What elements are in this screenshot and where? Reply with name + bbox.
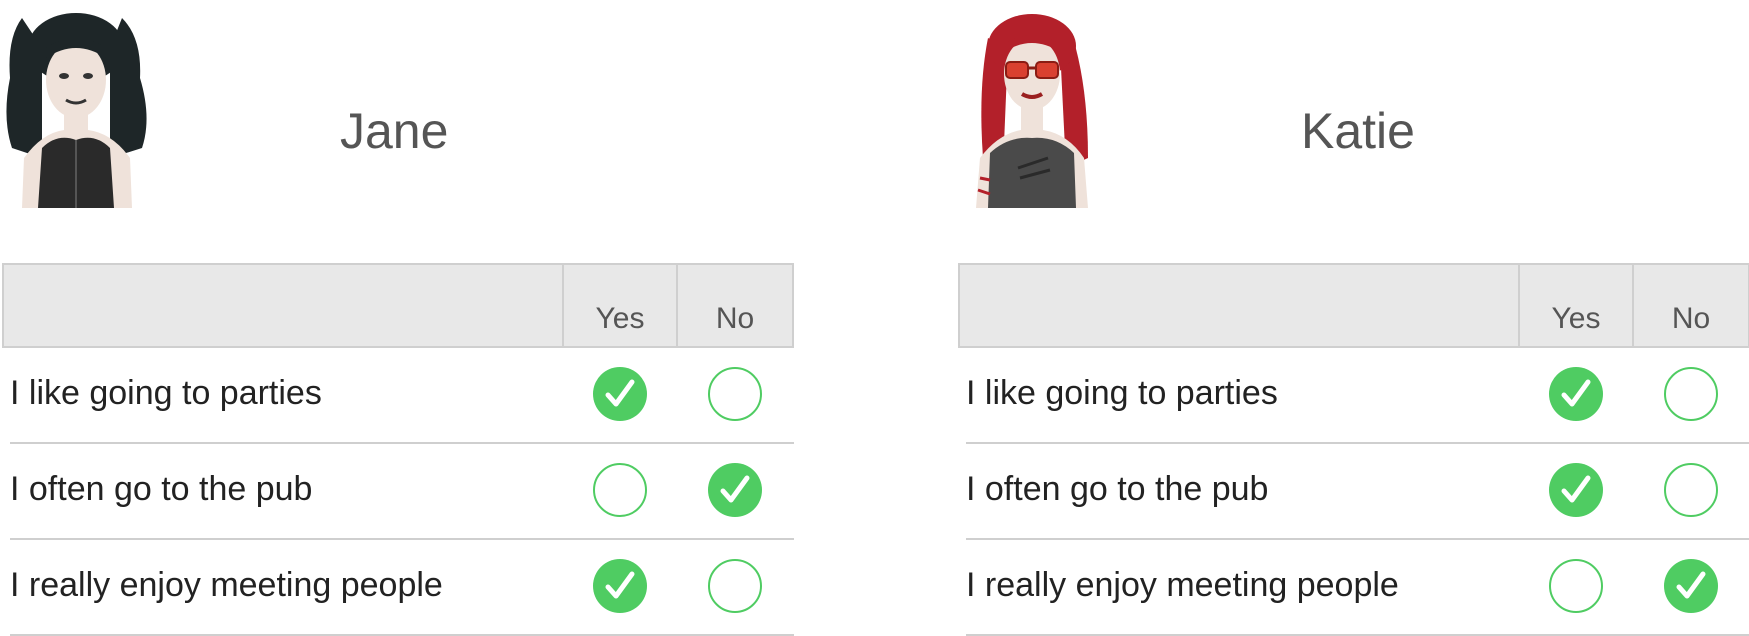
yes-radio[interactable] xyxy=(593,463,647,517)
checkmark-icon xyxy=(1676,571,1706,599)
checkmark-icon xyxy=(720,475,750,503)
goth-woman-avatar-icon xyxy=(6,13,147,208)
no-radio[interactable] xyxy=(1664,367,1718,421)
no-radio[interactable] xyxy=(708,559,762,613)
no-radio[interactable] xyxy=(708,367,762,421)
statement-label: I really enjoy meeting people xyxy=(10,566,443,604)
table-row: I really enjoy meeting people xyxy=(10,540,794,636)
statement-label: I like going to parties xyxy=(10,374,322,412)
column-header-yes: Yes xyxy=(595,302,645,335)
no-radio[interactable] xyxy=(1664,463,1718,517)
person-panel-jane: Jane Yes No I like going to parties I of… xyxy=(2,0,794,636)
table-header: Yes No xyxy=(958,263,1749,348)
table-row: I really enjoy meeting people xyxy=(966,540,1749,636)
statement-label: I like going to parties xyxy=(966,374,1278,412)
person-name: Jane xyxy=(340,103,449,159)
yes-radio[interactable] xyxy=(593,559,647,613)
statement-label: I really enjoy meeting people xyxy=(966,566,1399,604)
yes-radio[interactable] xyxy=(1549,463,1603,517)
redhead-woman-avatar-icon xyxy=(976,14,1088,208)
no-radio[interactable] xyxy=(1664,559,1718,613)
table-row: I like going to parties xyxy=(10,348,794,444)
checkmark-icon xyxy=(1561,379,1591,407)
table-row: I often go to the pub xyxy=(966,444,1749,540)
column-header-yes: Yes xyxy=(1551,302,1601,335)
checkmark-icon xyxy=(605,571,635,599)
table-row: I like going to parties xyxy=(966,348,1749,444)
statement-label: I often go to the pub xyxy=(10,470,313,508)
statement-label: I often go to the pub xyxy=(966,470,1269,508)
table-row: I often go to the pub xyxy=(10,444,794,540)
yes-radio[interactable] xyxy=(1549,367,1603,421)
questionnaire-table: Yes No I like going to parties I often g… xyxy=(958,263,1749,636)
yes-radio[interactable] xyxy=(1549,559,1603,613)
person-name: Katie xyxy=(1301,103,1415,159)
column-header-no: No xyxy=(715,302,755,335)
checkmark-icon xyxy=(1561,475,1591,503)
column-header-no: No xyxy=(1671,302,1711,335)
yes-radio[interactable] xyxy=(593,367,647,421)
questionnaire-table: Yes No I like going to parties I often g… xyxy=(2,263,794,636)
checkmark-icon xyxy=(605,379,635,407)
person-panel-katie: Katie Yes No I like going to parties I o… xyxy=(958,0,1749,636)
no-radio[interactable] xyxy=(708,463,762,517)
table-header: Yes No xyxy=(2,263,794,348)
